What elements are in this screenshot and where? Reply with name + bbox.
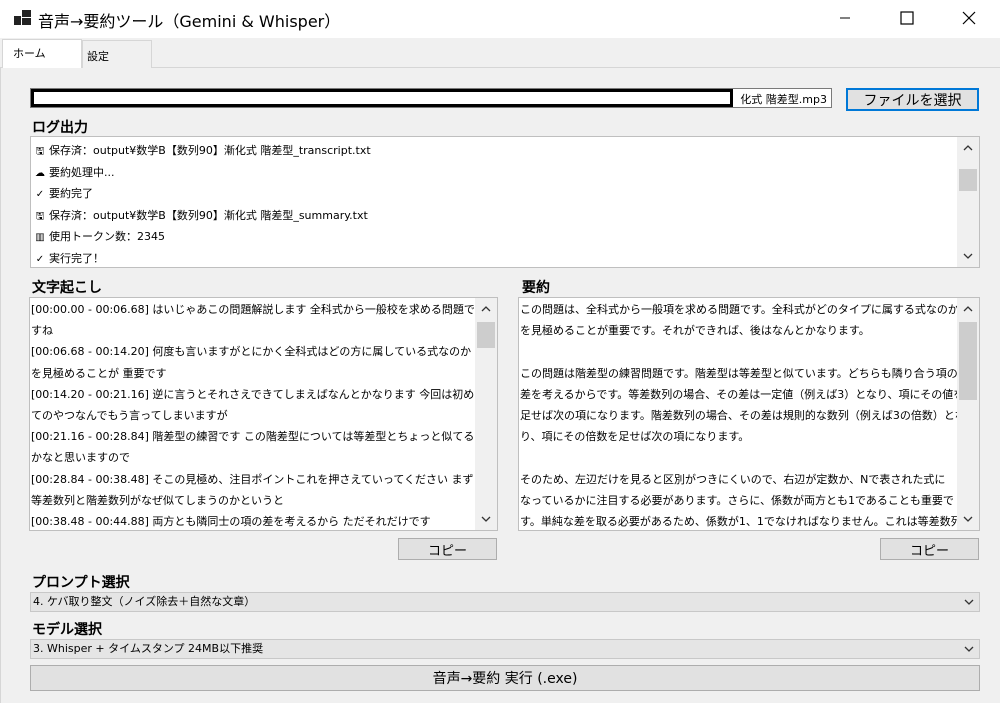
close-button[interactable] — [946, 0, 992, 36]
transcript-line: [00:21.16 - 00:28.84] 階差型の練習です この階差型について… — [31, 430, 475, 444]
transcript-line: [00:00.00 - 00:06.68] はいじゃあこの問題解説します 全科式… — [31, 303, 475, 316]
prompt-selected-value: 4. ケバ取り整文（ノイズ除去＋自然な文章） — [33, 595, 256, 608]
transcript-line: [00:38.48 - 00:44.88] 両方とも隣同士の項の差を考えるから … — [31, 514, 431, 528]
prompt-select[interactable]: 4. ケバ取り整文（ノイズ除去＋自然な文章） — [30, 592, 980, 612]
log-line: 🖫 保存済：output¥数学B【数列90】漸化式 階差型_transcript.… — [33, 140, 953, 162]
log-line: ☁ 要約処理中... — [33, 162, 953, 184]
summary-scrollbar[interactable] — [957, 298, 979, 530]
transcript-line: すね — [31, 324, 53, 338]
transcript-label: 文字起こし — [32, 280, 102, 296]
log-line: ✓ 実行完了！ — [33, 248, 953, 268]
summary-line: す。単純な差を取る必要があるため、係数が1、1でなければなりません。これは等差数… — [520, 514, 962, 528]
file-path-field[interactable]: 化式 階差型.mp3 — [30, 88, 832, 108]
redacted-path-bar — [31, 89, 733, 107]
floppy-icon: 🖫 — [35, 146, 45, 157]
summary-line: を見極めることが重要です。それができれば、後はなんとかなります。 — [520, 324, 870, 338]
log-line: 🖫 保存済：output¥数学B【数列90】漸化式 階差型_summary.txt — [33, 205, 953, 227]
scroll-thumb[interactable] — [959, 322, 977, 400]
log-label: ログ出力 — [32, 120, 88, 136]
scroll-up-button[interactable] — [957, 298, 979, 320]
model-selected-value: 3. Whisper + タイムスタンプ 24MB以下推奨 — [33, 642, 264, 655]
minimize-button[interactable] — [822, 0, 868, 36]
chevron-down-icon — [963, 253, 973, 259]
summary-line: そのため、左辺だけを見ると区別がつきにくいので、右辺が定数か、Nで表された式に — [520, 472, 946, 486]
summary-lines: この問題は、全科式から一般項を求める問題です。全科式がどのタイプに属する式なのか… — [520, 299, 966, 530]
transcript-line: を見極めることが 重要です — [31, 366, 167, 380]
minimize-icon — [840, 17, 850, 19]
chevron-down-icon — [481, 516, 491, 522]
floppy-icon: 🖫 — [35, 210, 45, 222]
chevron-up-icon — [963, 306, 973, 312]
maximize-button[interactable] — [884, 0, 930, 36]
log-scrollbar[interactable] — [957, 137, 979, 267]
chevron-up-icon — [963, 145, 973, 151]
check-icon: ✓ — [35, 189, 45, 200]
chevron-down-icon — [963, 516, 973, 522]
log-line: ▥ 使用トークン数：2345 — [33, 226, 953, 248]
scroll-down-button[interactable] — [957, 508, 979, 530]
summary-line — [520, 447, 966, 468]
summary-line: なっているかに注目する必要があります。さらに、係数が両方とも1であることも重要で — [520, 493, 954, 507]
tab-home[interactable]: ホーム — [2, 39, 82, 68]
check-icon: ✓ — [35, 253, 45, 265]
prompt-label: プロンプト選択 — [32, 575, 130, 591]
transcript-line: [00:14.20 - 00:21.16] 逆に言うとそれさえできてしまえばなん… — [31, 387, 475, 401]
select-file-button[interactable]: ファイルを選択 — [846, 88, 979, 111]
tab-settings[interactable]: 設定 — [82, 40, 152, 68]
title-bar: 音声→要約ツール（Gemini & Whisper） — [0, 0, 1000, 38]
model-select[interactable]: 3. Whisper + タイムスタンプ 24MB以下推奨 — [30, 639, 980, 659]
close-icon — [962, 11, 976, 25]
chevron-up-icon — [481, 306, 491, 312]
summary-line: この問題は階差型の練習問題です。階差型は等差型と似ています。どちらも隣り合う項の — [520, 366, 958, 380]
app-icon — [14, 10, 32, 26]
summary-line: この問題は、全科式から一般項を求める問題です。全科式がどのタイプに属する式なのか — [520, 303, 959, 316]
summary-line — [520, 341, 966, 362]
scroll-down-button[interactable] — [475, 508, 497, 530]
summary-line: 差を考えるからです。等差数列の場合、その差は一定値（例えば3）となり、項にその値… — [520, 387, 965, 401]
transcript-line: かなと思いますので — [31, 451, 130, 465]
scroll-down-button[interactable] — [957, 245, 979, 267]
transcript-line: てのやつなんでもう言ってしまいますが — [31, 408, 228, 422]
tab-strip: 設定 ホーム — [0, 38, 1000, 68]
summary-textbox[interactable]: この問題は、全科式から一般項を求める問題です。全科式がどのタイプに属する式なのか… — [518, 297, 980, 531]
summary-copy-button[interactable]: コピー — [880, 538, 979, 560]
scroll-up-button[interactable] — [957, 137, 979, 159]
log-lines: 🖫 保存済：output¥数学B【数列90】漸化式 階差型_transcript.… — [33, 140, 953, 268]
transcript-lines: [00:00.00 - 00:06.68] はいじゃあこの問題解説します 全科式… — [31, 299, 475, 530]
scroll-up-button[interactable] — [475, 298, 497, 320]
summary-line: り、項にその倍数を足せば次の項になります。 — [520, 430, 750, 444]
transcript-copy-button[interactable]: コピー — [398, 538, 497, 560]
model-label: モデル選択 — [32, 622, 102, 638]
chart-icon: ▥ — [35, 232, 45, 243]
run-button[interactable]: 音声→要約 実行 (.exe) — [30, 665, 980, 691]
summary-line: 足せば次の項になります。階差数列の場合、その差は規則的な数列（例えば3の倍数）と… — [520, 408, 966, 422]
transcript-scrollbar[interactable] — [475, 298, 497, 530]
scroll-thumb[interactable] — [959, 169, 977, 191]
log-line: ✓ 要約完了 — [33, 183, 953, 205]
scroll-thumb[interactable] — [477, 322, 495, 348]
brain-icon: ☁ — [35, 167, 45, 179]
transcript-line: [00:28.84 - 00:38.48] そこの見極め、注目ポイントこれを押さ… — [31, 472, 474, 486]
transcript-line: [00:06.68 - 00:14.20] 何度も言いますがとにかく全科式はどの… — [31, 345, 472, 359]
summary-label: 要約 — [522, 280, 550, 296]
file-path-text: 化式 階差型.mp3 — [740, 93, 827, 106]
chevron-down-icon — [964, 599, 974, 605]
chevron-down-icon — [964, 646, 974, 652]
transcript-textbox[interactable]: [00:00.00 - 00:06.68] はいじゃあこの問題解説します 全科式… — [29, 297, 498, 531]
transcript-line: 等差数列と階差数列がなぜ似てしまうのかというと — [31, 493, 284, 507]
window-title: 音声→要約ツール（Gemini & Whisper） — [38, 12, 341, 31]
log-output[interactable]: 🖫 保存済：output¥数学B【数列90】漸化式 階差型_transcript.… — [30, 136, 980, 268]
maximize-icon — [900, 11, 914, 25]
